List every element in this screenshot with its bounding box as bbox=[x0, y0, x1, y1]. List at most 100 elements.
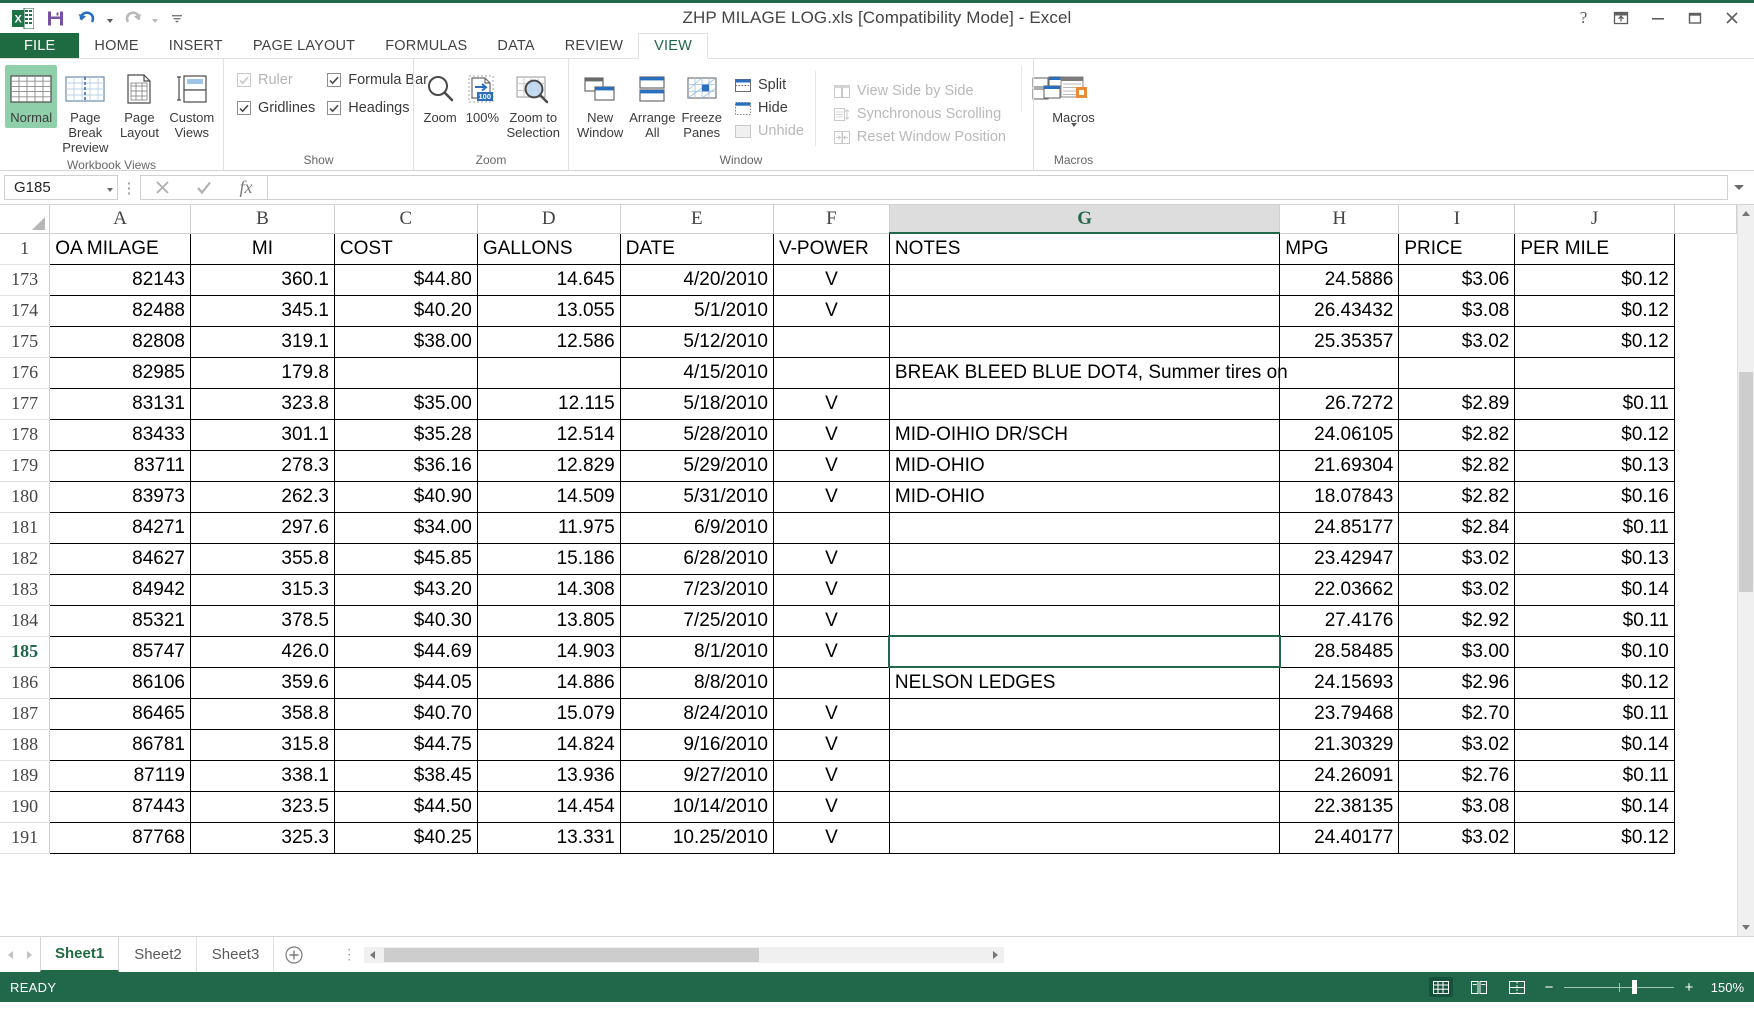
tab-review[interactable]: REVIEW bbox=[550, 33, 638, 59]
formula-bar-resize-handle[interactable]: ⋮ bbox=[118, 179, 140, 197]
cell-E179[interactable]: 5/29/2010 bbox=[619, 449, 774, 482]
cell-J188[interactable]: $0.14 bbox=[1514, 728, 1675, 761]
cell-A178[interactable]: 83433 bbox=[49, 418, 191, 451]
cell-H181[interactable]: 24.85177 bbox=[1279, 511, 1400, 544]
cell-K178[interactable] bbox=[1674, 419, 1737, 450]
normal-view-button-status[interactable] bbox=[1429, 977, 1453, 997]
cell-F174[interactable]: V bbox=[772, 294, 890, 327]
cell-F177[interactable]: V bbox=[772, 387, 890, 420]
cell-J175[interactable]: $0.12 bbox=[1514, 325, 1675, 358]
cell-H191[interactable]: 24.40177 bbox=[1279, 821, 1400, 854]
cell-H184[interactable]: 27.4176 bbox=[1279, 604, 1400, 637]
new-window-button[interactable]: New Window bbox=[574, 65, 626, 143]
cell-K174[interactable] bbox=[1674, 295, 1737, 326]
cell-G190[interactable] bbox=[888, 790, 1281, 823]
normal-view-button[interactable]: Normal bbox=[5, 65, 58, 128]
cell-B175[interactable]: 319.1 bbox=[190, 325, 335, 358]
cell-I185[interactable]: $3.00 bbox=[1398, 635, 1516, 668]
cell-J191[interactable]: $0.12 bbox=[1514, 821, 1675, 854]
gridlines-checkbox-row[interactable]: Gridlines bbox=[237, 100, 315, 116]
help-button[interactable]: ? bbox=[1565, 3, 1602, 33]
cell-B190[interactable]: 323.5 bbox=[190, 790, 335, 823]
redo-dropdown-arrow[interactable] bbox=[149, 4, 160, 32]
tab-data[interactable]: DATA bbox=[482, 33, 549, 59]
formula-bar-checkbox[interactable] bbox=[327, 73, 342, 87]
customize-quick-access-toolbar-button[interactable] bbox=[162, 4, 192, 32]
cell-F181[interactable] bbox=[772, 511, 890, 544]
expand-formula-bar-icon[interactable] bbox=[1728, 175, 1750, 200]
cell-B188[interactable]: 315.8 bbox=[190, 728, 335, 761]
vertical-scrollbar[interactable] bbox=[1737, 205, 1754, 936]
cell-A186[interactable]: 86106 bbox=[49, 666, 191, 699]
cell-I1[interactable]: PRICE bbox=[1398, 232, 1516, 265]
cell-G191[interactable] bbox=[888, 821, 1281, 854]
cell-A180[interactable]: 83973 bbox=[49, 480, 191, 513]
cell-I181[interactable]: $2.84 bbox=[1398, 511, 1516, 544]
cell-H190[interactable]: 22.38135 bbox=[1279, 790, 1400, 823]
cell-D183[interactable]: 14.308 bbox=[476, 573, 621, 606]
new-sheet-button[interactable] bbox=[274, 937, 314, 972]
cell-A190[interactable]: 87443 bbox=[49, 790, 191, 823]
cell-I173[interactable]: $3.06 bbox=[1398, 263, 1516, 296]
cell-H179[interactable]: 21.69304 bbox=[1279, 449, 1400, 482]
formula-input[interactable] bbox=[267, 175, 1728, 200]
cell-A183[interactable]: 84942 bbox=[49, 573, 191, 606]
vertical-scroll-track[interactable] bbox=[1738, 222, 1754, 919]
select-all-corner[interactable] bbox=[0, 205, 51, 234]
cell-B179[interactable]: 278.3 bbox=[190, 449, 335, 482]
cell-D1[interactable]: GALLONS bbox=[476, 232, 621, 265]
cell-C181[interactable]: $34.00 bbox=[333, 511, 478, 544]
undo-button[interactable] bbox=[72, 4, 102, 32]
cell-C173[interactable]: $44.80 bbox=[333, 263, 478, 296]
cell-I174[interactable]: $3.08 bbox=[1398, 294, 1516, 327]
cell-K189[interactable] bbox=[1674, 760, 1737, 791]
cell-H177[interactable]: 26.7272 bbox=[1279, 387, 1400, 420]
cell-G179[interactable]: MID-OHIO bbox=[888, 449, 1281, 482]
row-header-1[interactable]: 1 bbox=[0, 233, 51, 265]
cell-F186[interactable] bbox=[772, 666, 890, 699]
cell-E180[interactable]: 5/31/2010 bbox=[619, 480, 774, 513]
cell-E185[interactable]: 8/1/2010 bbox=[619, 635, 774, 668]
scroll-up-button[interactable] bbox=[1738, 205, 1754, 222]
cell-C1[interactable]: COST bbox=[333, 232, 478, 265]
ruler-checkbox[interactable] bbox=[237, 73, 251, 87]
cell-A191[interactable]: 87768 bbox=[49, 821, 191, 854]
cell-G189[interactable] bbox=[888, 759, 1281, 792]
cell-C189[interactable]: $38.45 bbox=[333, 759, 478, 792]
cell-E190[interactable]: 10/14/2010 bbox=[619, 790, 774, 823]
cell-J189[interactable]: $0.11 bbox=[1514, 759, 1675, 792]
arrange-all-button[interactable]: Arrange All bbox=[626, 65, 678, 143]
cell-B173[interactable]: 360.1 bbox=[190, 263, 335, 296]
close-button[interactable] bbox=[1713, 3, 1750, 33]
cell-K185[interactable] bbox=[1674, 636, 1737, 667]
cell-C191[interactable]: $40.25 bbox=[333, 821, 478, 854]
cell-G188[interactable] bbox=[888, 728, 1281, 761]
cell-K187[interactable] bbox=[1674, 698, 1737, 729]
cell-F182[interactable]: V bbox=[772, 542, 890, 575]
hide-button[interactable]: Hide bbox=[731, 99, 807, 117]
cell-D189[interactable]: 13.936 bbox=[476, 759, 621, 792]
cell-D188[interactable]: 14.824 bbox=[476, 728, 621, 761]
cell-K179[interactable] bbox=[1674, 450, 1737, 481]
cell-D179[interactable]: 12.829 bbox=[476, 449, 621, 482]
cell-A181[interactable]: 84271 bbox=[49, 511, 191, 544]
cell-J183[interactable]: $0.14 bbox=[1514, 573, 1675, 606]
row-header-178[interactable]: 178 bbox=[0, 419, 51, 451]
horizontal-scroll-thumb[interactable] bbox=[384, 947, 760, 962]
cell-J1[interactable]: PER MILE bbox=[1514, 232, 1675, 265]
cell-B178[interactable]: 301.1 bbox=[190, 418, 335, 451]
cell-I186[interactable]: $2.96 bbox=[1398, 666, 1516, 699]
column-header-K[interactable] bbox=[1674, 205, 1737, 234]
cell-J174[interactable]: $0.12 bbox=[1514, 294, 1675, 327]
sheet-tab-sheet3[interactable]: Sheet3 bbox=[197, 937, 275, 972]
cell-F184[interactable]: V bbox=[772, 604, 890, 637]
cell-A174[interactable]: 82488 bbox=[49, 294, 191, 327]
cell-E188[interactable]: 9/16/2010 bbox=[619, 728, 774, 761]
cell-K180[interactable] bbox=[1674, 481, 1737, 512]
cell-I182[interactable]: $3.02 bbox=[1398, 542, 1516, 575]
cell-F187[interactable]: V bbox=[772, 697, 890, 730]
cell-A176[interactable]: 82985 bbox=[49, 356, 191, 389]
scroll-right-button[interactable] bbox=[987, 947, 1004, 963]
zoom-slider-handle[interactable] bbox=[1632, 980, 1638, 994]
cell-C179[interactable]: $36.16 bbox=[333, 449, 478, 482]
